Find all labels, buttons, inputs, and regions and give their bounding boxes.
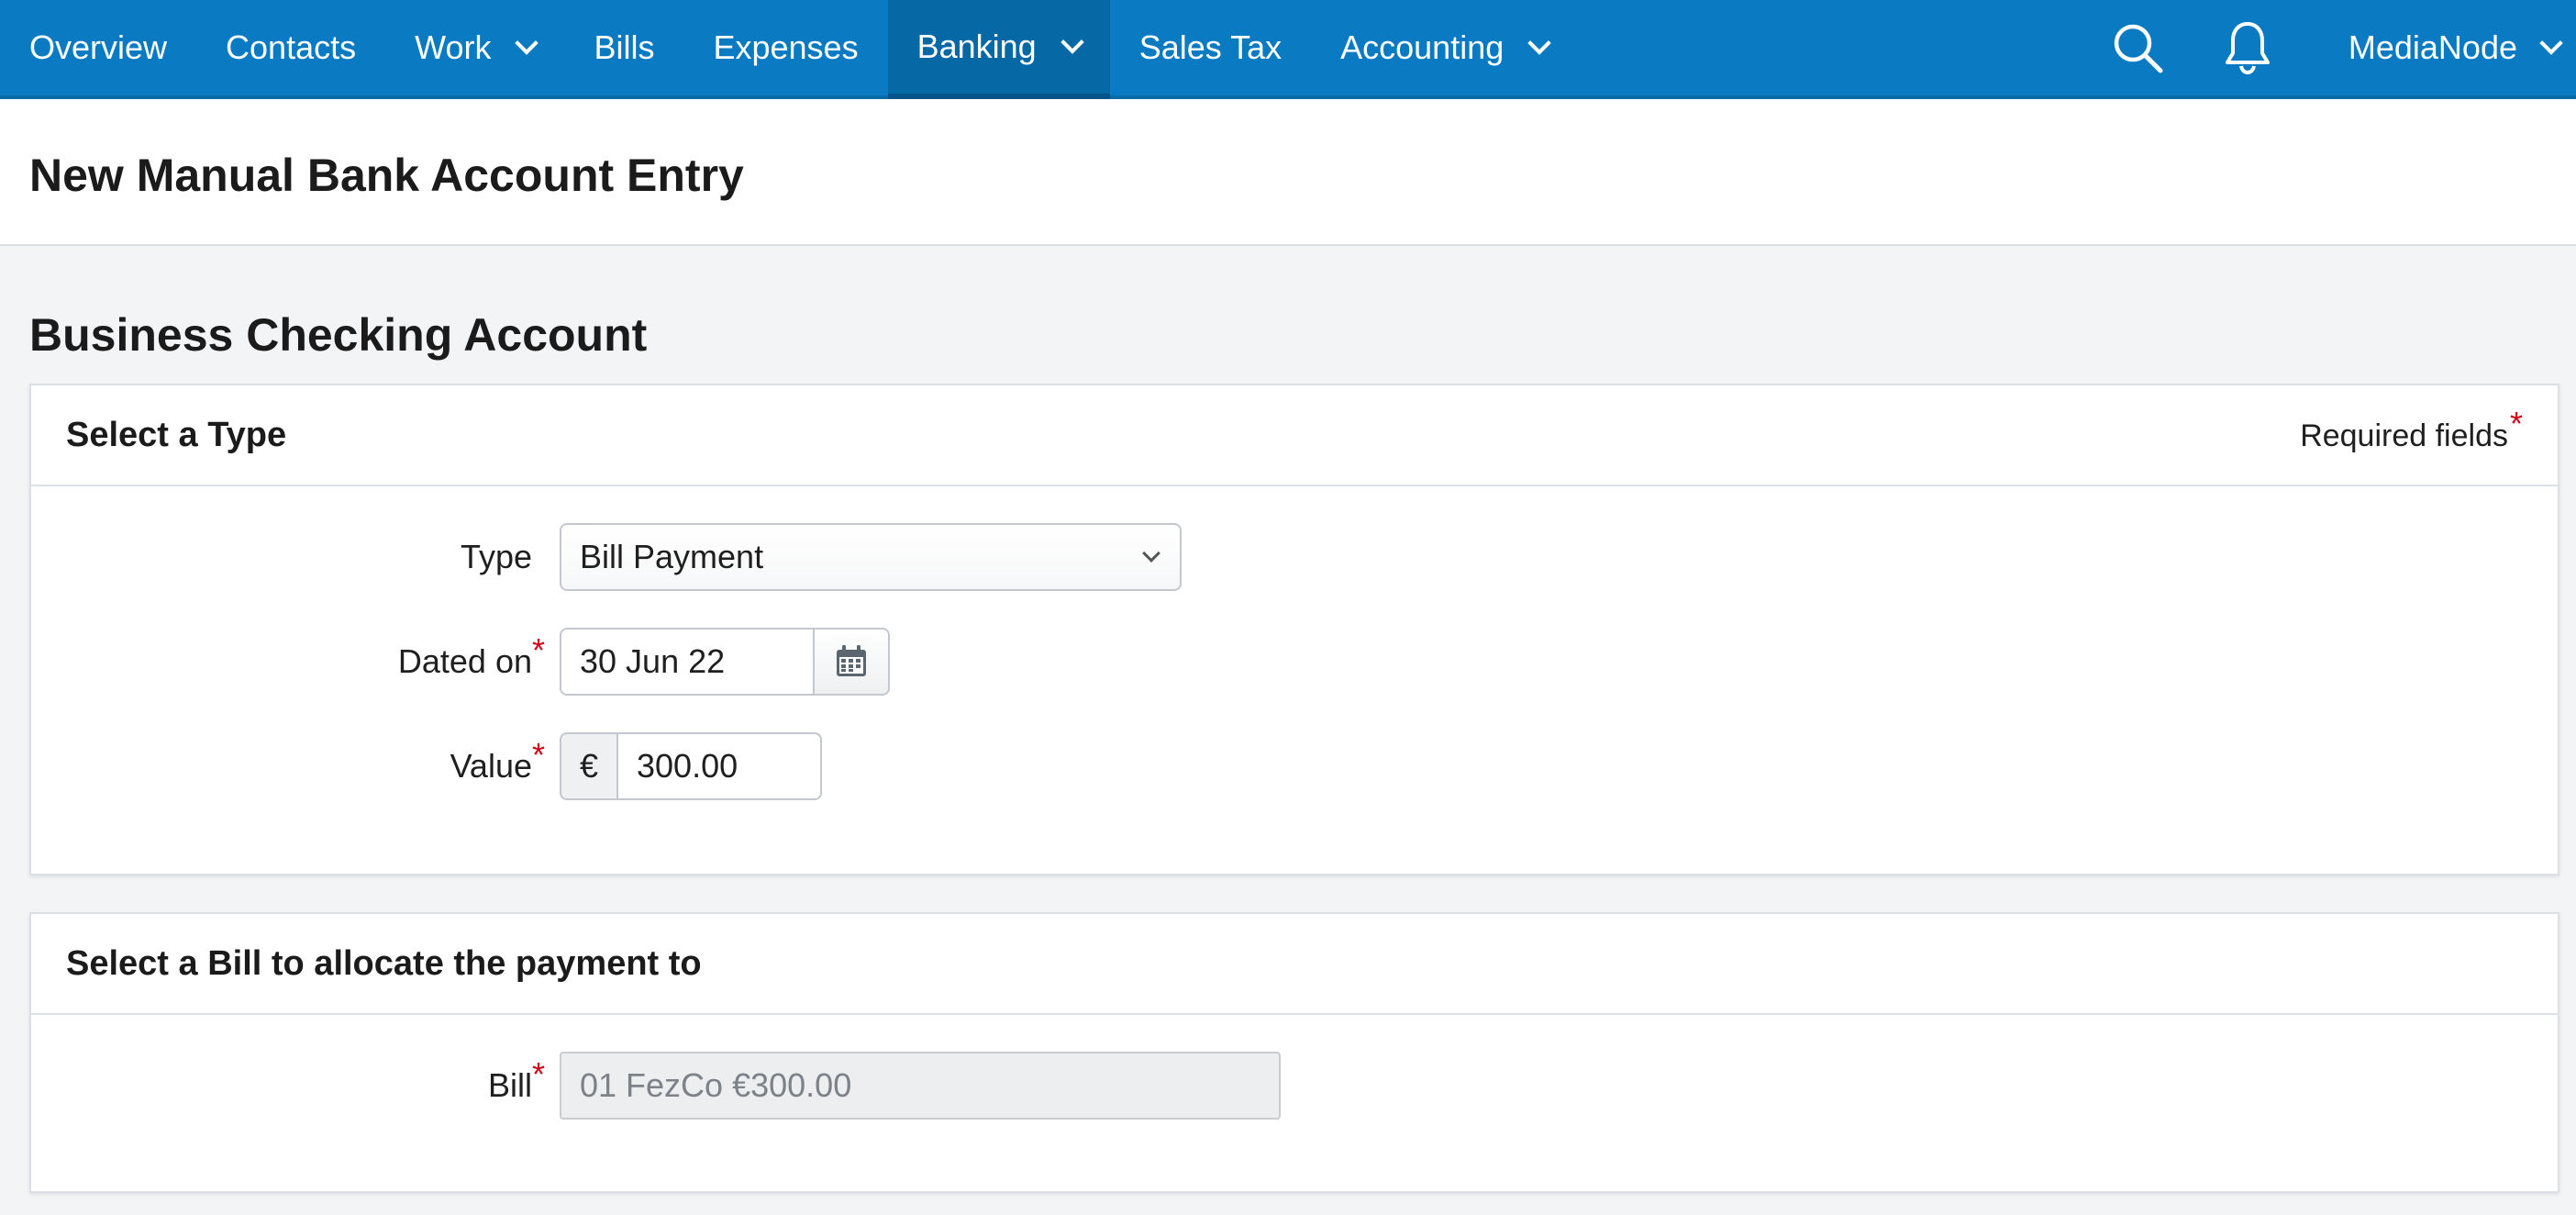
bill-field: 01 FezCo €300.00	[560, 1052, 1281, 1120]
nav-label: Sales Tax	[1138, 28, 1282, 66]
dated-on-label-text: Dated on	[397, 642, 532, 680]
bill-label-text: Bill	[487, 1066, 532, 1104]
page-title: New Manual Bank Account Entry	[29, 150, 744, 201]
nav-label: Banking	[916, 28, 1037, 65]
search-icon	[2114, 24, 2163, 73]
nav-item-expenses[interactable]: Expenses	[683, 0, 887, 95]
card-title: Select a Bill to allocate the payment to	[66, 943, 702, 983]
chevron-down-icon	[515, 31, 539, 55]
value-row: Value * € 300.00	[31, 732, 2558, 800]
type-row: Type Bill Payment	[31, 523, 2558, 591]
nav-label: Expenses	[713, 28, 859, 66]
value-input[interactable]: 300.00	[616, 732, 822, 800]
nav-label: Overview	[29, 28, 168, 66]
dated-on-label: Dated on *	[31, 631, 561, 681]
required-asterisk: *	[2509, 405, 2523, 442]
value-label-text: Value	[450, 747, 532, 785]
notifications-button[interactable]	[2211, 11, 2284, 84]
dated-on-value: 30 Jun 22	[580, 642, 726, 680]
search-button[interactable]	[2101, 11, 2174, 84]
value-input-group: € 300.00	[560, 732, 822, 800]
dated-on-row: Dated on * 30 Jun 22	[31, 628, 2558, 696]
nav-label: Contacts	[226, 28, 357, 66]
chevron-down-icon	[1142, 544, 1160, 563]
type-select[interactable]: Bill Payment	[560, 523, 1182, 591]
type-select-value: Bill Payment	[580, 538, 764, 575]
account-name: MediaNode	[2348, 28, 2517, 66]
nav-item-overview[interactable]: Overview	[0, 0, 196, 95]
bill-value: 01 FezCo €300.00	[580, 1066, 852, 1104]
card-header: Select a Type Required fields*	[31, 385, 2558, 486]
required-asterisk: *	[531, 1055, 545, 1093]
nav-item-accounting[interactable]: Accounting	[1311, 0, 1577, 95]
type-label: Type	[31, 538, 561, 576]
nav-label: Bills	[594, 28, 655, 66]
required-asterisk: *	[531, 631, 545, 669]
nav-item-work[interactable]: Work	[385, 0, 564, 95]
type-label-text: Type	[460, 538, 532, 575]
nav-label: Accounting	[1340, 28, 1505, 66]
select-type-card: Select a Type Required fields* Type Bill…	[29, 384, 2559, 875]
nav-item-contacts[interactable]: Contacts	[196, 0, 385, 95]
nav-label: Work	[415, 28, 492, 66]
main-nav: Overview Contacts Work Bills Expenses Ba…	[0, 0, 1577, 99]
nav-item-bills[interactable]: Bills	[564, 0, 683, 95]
page-header: New Manual Bank Account Entry	[0, 99, 2576, 246]
nav-item-banking[interactable]: Banking	[887, 0, 1110, 99]
value-amount: 300.00	[637, 747, 738, 785]
account-menu[interactable]: MediaNode	[2348, 28, 2563, 67]
card-title: Select a Type	[66, 415, 287, 454]
required-fields-label: Required fields	[2300, 418, 2508, 453]
bill-row: Bill * 01 FezCo €300.00	[31, 1052, 2558, 1120]
value-label: Value *	[31, 736, 561, 786]
chevron-down-icon	[1527, 31, 1551, 55]
currency-symbol: €	[560, 732, 616, 800]
date-picker: 30 Jun 22	[560, 628, 890, 696]
bell-icon	[2225, 22, 2270, 75]
chevron-down-icon	[2539, 31, 2563, 55]
calendar-icon	[837, 645, 866, 676]
select-bill-card: Select a Bill to allocate the payment to…	[29, 912, 2559, 1193]
chevron-down-icon	[1060, 30, 1084, 54]
required-fields-note: Required fields*	[2300, 405, 2523, 454]
bank-account-heading: Business Checking Account	[29, 309, 648, 361]
dated-on-input[interactable]: 30 Jun 22	[560, 628, 813, 696]
nav-utilities: MediaNode	[2101, 0, 2576, 95]
bill-label: Bill *	[31, 1055, 561, 1105]
card-header: Select a Bill to allocate the payment to	[31, 914, 2558, 1015]
top-navigation: Overview Contacts Work Bills Expenses Ba…	[0, 0, 2576, 99]
calendar-button[interactable]	[813, 628, 890, 696]
nav-item-sales-tax[interactable]: Sales Tax	[1110, 0, 1311, 95]
required-asterisk: *	[531, 736, 545, 774]
